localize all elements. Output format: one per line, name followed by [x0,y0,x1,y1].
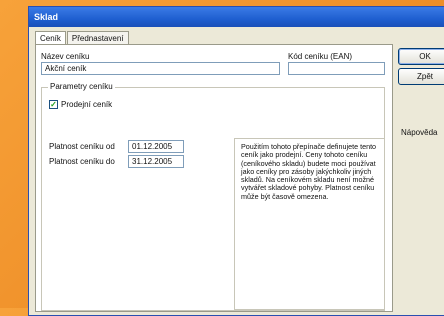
valid-from-label: Platnost ceníku od [49,142,115,151]
tab-prednastaveni[interactable]: Přednastavení [66,31,129,45]
params-group-title: Parametry ceníku [48,82,115,91]
back-button[interactable]: Zpět [398,68,444,85]
valid-from-input[interactable]: 01.12.2005 [128,140,184,153]
tab-panel: Název ceníku Akční ceník Kód ceníku (EAN… [35,44,393,312]
ok-button[interactable]: OK [398,48,444,65]
prodejni-label: Prodejní ceník [61,100,113,109]
tab-bar: Ceník Přednastavení [35,31,130,46]
help-button[interactable]: Nápověda [401,128,437,137]
valid-to-input[interactable]: 31.12.2005 [128,155,184,168]
code-label: Kód ceníku (EAN) [288,52,353,61]
help-text: Použitím tohoto přepínače definujete ten… [234,138,385,310]
name-label: Název ceníku [41,52,90,61]
prodejni-checkbox[interactable]: ✓ [49,100,58,109]
window-title: Sklad [29,7,444,27]
valid-to-label: Platnost ceníku do [49,157,115,166]
code-input[interactable] [288,62,385,75]
dialog-window: Sklad Ceník Přednastavení Název ceníku A… [28,6,444,316]
name-input[interactable]: Akční ceník [41,62,280,75]
